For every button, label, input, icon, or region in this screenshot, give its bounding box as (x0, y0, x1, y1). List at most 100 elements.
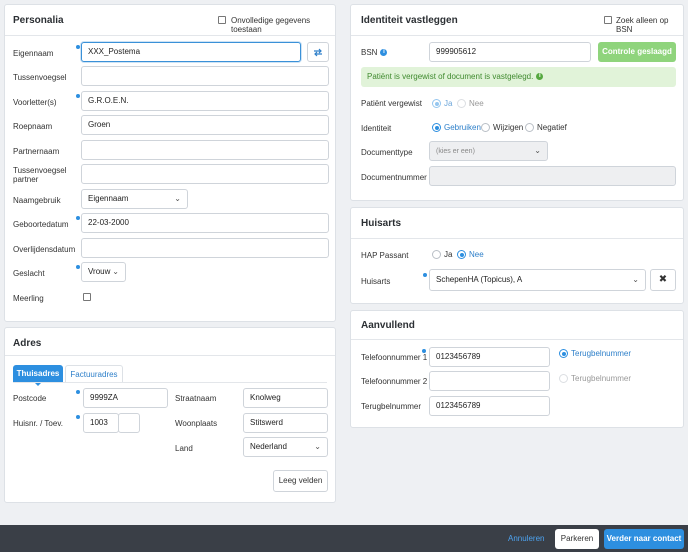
tab-underline (13, 382, 327, 383)
identiteit-negatief-radio[interactable] (525, 123, 534, 132)
eigennaam-label: Eigennaam (13, 49, 54, 58)
tussenvoegsel-partner-input[interactable] (81, 164, 329, 184)
eigennaam-input[interactable]: XXX_Postema (81, 42, 301, 62)
huisnummer-input[interactable]: 1003 (83, 413, 119, 433)
required-marker (76, 216, 80, 220)
straatnaam-label: Straatnaam (175, 394, 217, 403)
clear-huisarts-button[interactable]: ✖ (650, 269, 676, 291)
land-select[interactable]: Nederland ⌄ (243, 437, 328, 457)
required-marker (76, 390, 80, 394)
vergewist-ja-label: Ja (444, 99, 453, 108)
info-icon: i (380, 49, 388, 57)
hap-ja-label: Ja (444, 250, 453, 259)
geboortedatum-input[interactable]: 22-03-2000 (81, 213, 329, 233)
geslacht-value: Vrouw (88, 267, 111, 276)
identiteit-negatief-label: Negatief (537, 123, 567, 132)
identiteit-gebruiken-label: Gebruiken (444, 123, 481, 132)
zoek-bsn-checkbox[interactable] (604, 16, 612, 24)
info-icon: i (536, 73, 544, 81)
vergewist-nee-label: Nee (469, 99, 484, 108)
incomplete-data-checkbox[interactable] (218, 16, 226, 24)
success-alert: Patiënt is vergewist of document is vast… (361, 67, 676, 87)
documentnummer-input[interactable] (429, 166, 676, 186)
clear-fields-button[interactable]: Leeg velden (273, 470, 328, 492)
required-marker (423, 273, 427, 277)
required-marker (76, 45, 80, 49)
swap-name-button[interactable] (307, 42, 329, 62)
tab-factuuradres[interactable]: Factuuradres (65, 365, 123, 382)
partnernaam-input[interactable] (81, 140, 329, 160)
documenttype-label: Documenttype (361, 148, 413, 157)
controle-geslaagd-button[interactable]: Controle geslaagd (598, 42, 676, 62)
documentnummer-label: Documentnummer (361, 173, 427, 182)
identiteit-wijzigen-radio[interactable] (481, 123, 490, 132)
success-message: Patiënt is vergewist of document is vast… (367, 72, 534, 81)
cancel-link[interactable]: Annuleren (508, 534, 544, 543)
geslacht-select[interactable]: Vrouw ⌄ (81, 262, 126, 282)
tussenvoegsel-input[interactable] (81, 66, 329, 86)
meerling-checkbox[interactable] (83, 293, 91, 301)
terugbel-radio-label: Terugbelnummer (571, 349, 632, 358)
chevron-down-icon: ⌄ (534, 146, 541, 155)
vergewist-ja-radio[interactable] (432, 99, 441, 108)
continue-button[interactable]: Verder naar contact (604, 529, 684, 549)
hap-ja-radio[interactable] (432, 250, 441, 259)
naamgebruik-select[interactable]: Eigennaam ⌄ (81, 189, 188, 209)
tussenvoegsel-label: Tussenvoegsel (13, 73, 67, 82)
divider (351, 35, 683, 36)
close-icon: ✖ (658, 274, 668, 285)
identiteit-gebruiken-radio[interactable] (432, 123, 441, 132)
toevoeging-input[interactable] (118, 413, 140, 433)
tussenvoegsel-partner-label: Tussenvoegsel partner (13, 166, 67, 184)
terugbel-radio-tel2[interactable] (559, 374, 568, 383)
voorletters-input[interactable]: G.R.O.E.N. (81, 91, 329, 111)
roepnaam-label: Roepnaam (13, 122, 53, 131)
tel1-input[interactable]: 0123456789 (429, 347, 550, 367)
divider (351, 339, 683, 340)
documenttype-select[interactable]: (kies er een) ⌄ (429, 141, 548, 161)
terugbel-radio-tel1[interactable] (559, 349, 568, 358)
huisarts-select[interactable]: SchepenHA (Topicus), A ⌄ (429, 269, 646, 291)
huisarts-card: Huisarts HAP Passant Ja Nee Huisarts Sch… (350, 207, 684, 304)
partnernaam-label: Partnernaam (13, 147, 60, 156)
overlijdensdatum-label: Overlijdensdatum (13, 245, 76, 254)
tab-thuisadres[interactable]: Thuisadres (13, 365, 63, 382)
aanvullend-title: Aanvullend (361, 320, 415, 331)
identiteit-wijzigen-label: Wijzigen (493, 123, 524, 132)
bsn-input[interactable]: 999905612 (429, 42, 591, 62)
vergewist-label: Patiënt vergewist (361, 99, 422, 108)
voorletters-label: Voorletter(s) (13, 98, 57, 107)
park-button[interactable]: Parkeren (555, 529, 599, 549)
aanvullend-card: Aanvullend Telefoonnummer 1 0123456789 T… (350, 310, 684, 428)
land-value: Nederland (250, 442, 287, 451)
meerling-label: Meerling (13, 294, 44, 303)
tel2-input[interactable] (429, 371, 550, 391)
overlijdensdatum-input[interactable] (81, 238, 329, 258)
tel1-label: Telefoonnummer 1 (361, 353, 428, 362)
woonplaats-label: Woonplaats (175, 419, 218, 428)
terugbelnummer-label: Terugbelnummer (361, 402, 422, 411)
zoek-bsn-label: Zoek alleen op BSN (616, 16, 669, 34)
divider (5, 35, 335, 36)
hap-passant-label: HAP Passant (361, 251, 409, 260)
postcode-label: Postcode (13, 394, 47, 403)
terugbelnummer-input[interactable]: 0123456789 (429, 396, 550, 416)
required-marker (76, 415, 80, 419)
geboortedatum-label: Geboortedatum (13, 220, 69, 229)
huisarts-label: Huisarts (361, 277, 391, 286)
roepnaam-input[interactable]: Groen (81, 115, 329, 135)
documenttype-placeholder: (kies er een) (436, 148, 475, 155)
terugbel-radio-label-disabled: Terugbelnummer (571, 374, 632, 383)
adres-title: Adres (13, 338, 42, 349)
huisarts-value: SchepenHA (Topicus), A (436, 275, 523, 284)
required-marker (422, 349, 426, 353)
vergewist-nee-radio[interactable] (457, 99, 466, 108)
footer-bar: Annuleren Parkeren Verder naar contact (0, 525, 688, 552)
hap-nee-radio[interactable] (457, 250, 466, 259)
straatnaam-input[interactable]: Knolweg (243, 388, 328, 408)
postcode-input[interactable]: 9999ZA (83, 388, 168, 408)
huisnr-label: Huisnr. / Toev. (13, 419, 63, 428)
woonplaats-input[interactable]: Stitswerd (243, 413, 328, 433)
personalia-card: Personalia Onvolledige gegevens toestaan… (4, 4, 336, 322)
required-marker (76, 94, 80, 98)
